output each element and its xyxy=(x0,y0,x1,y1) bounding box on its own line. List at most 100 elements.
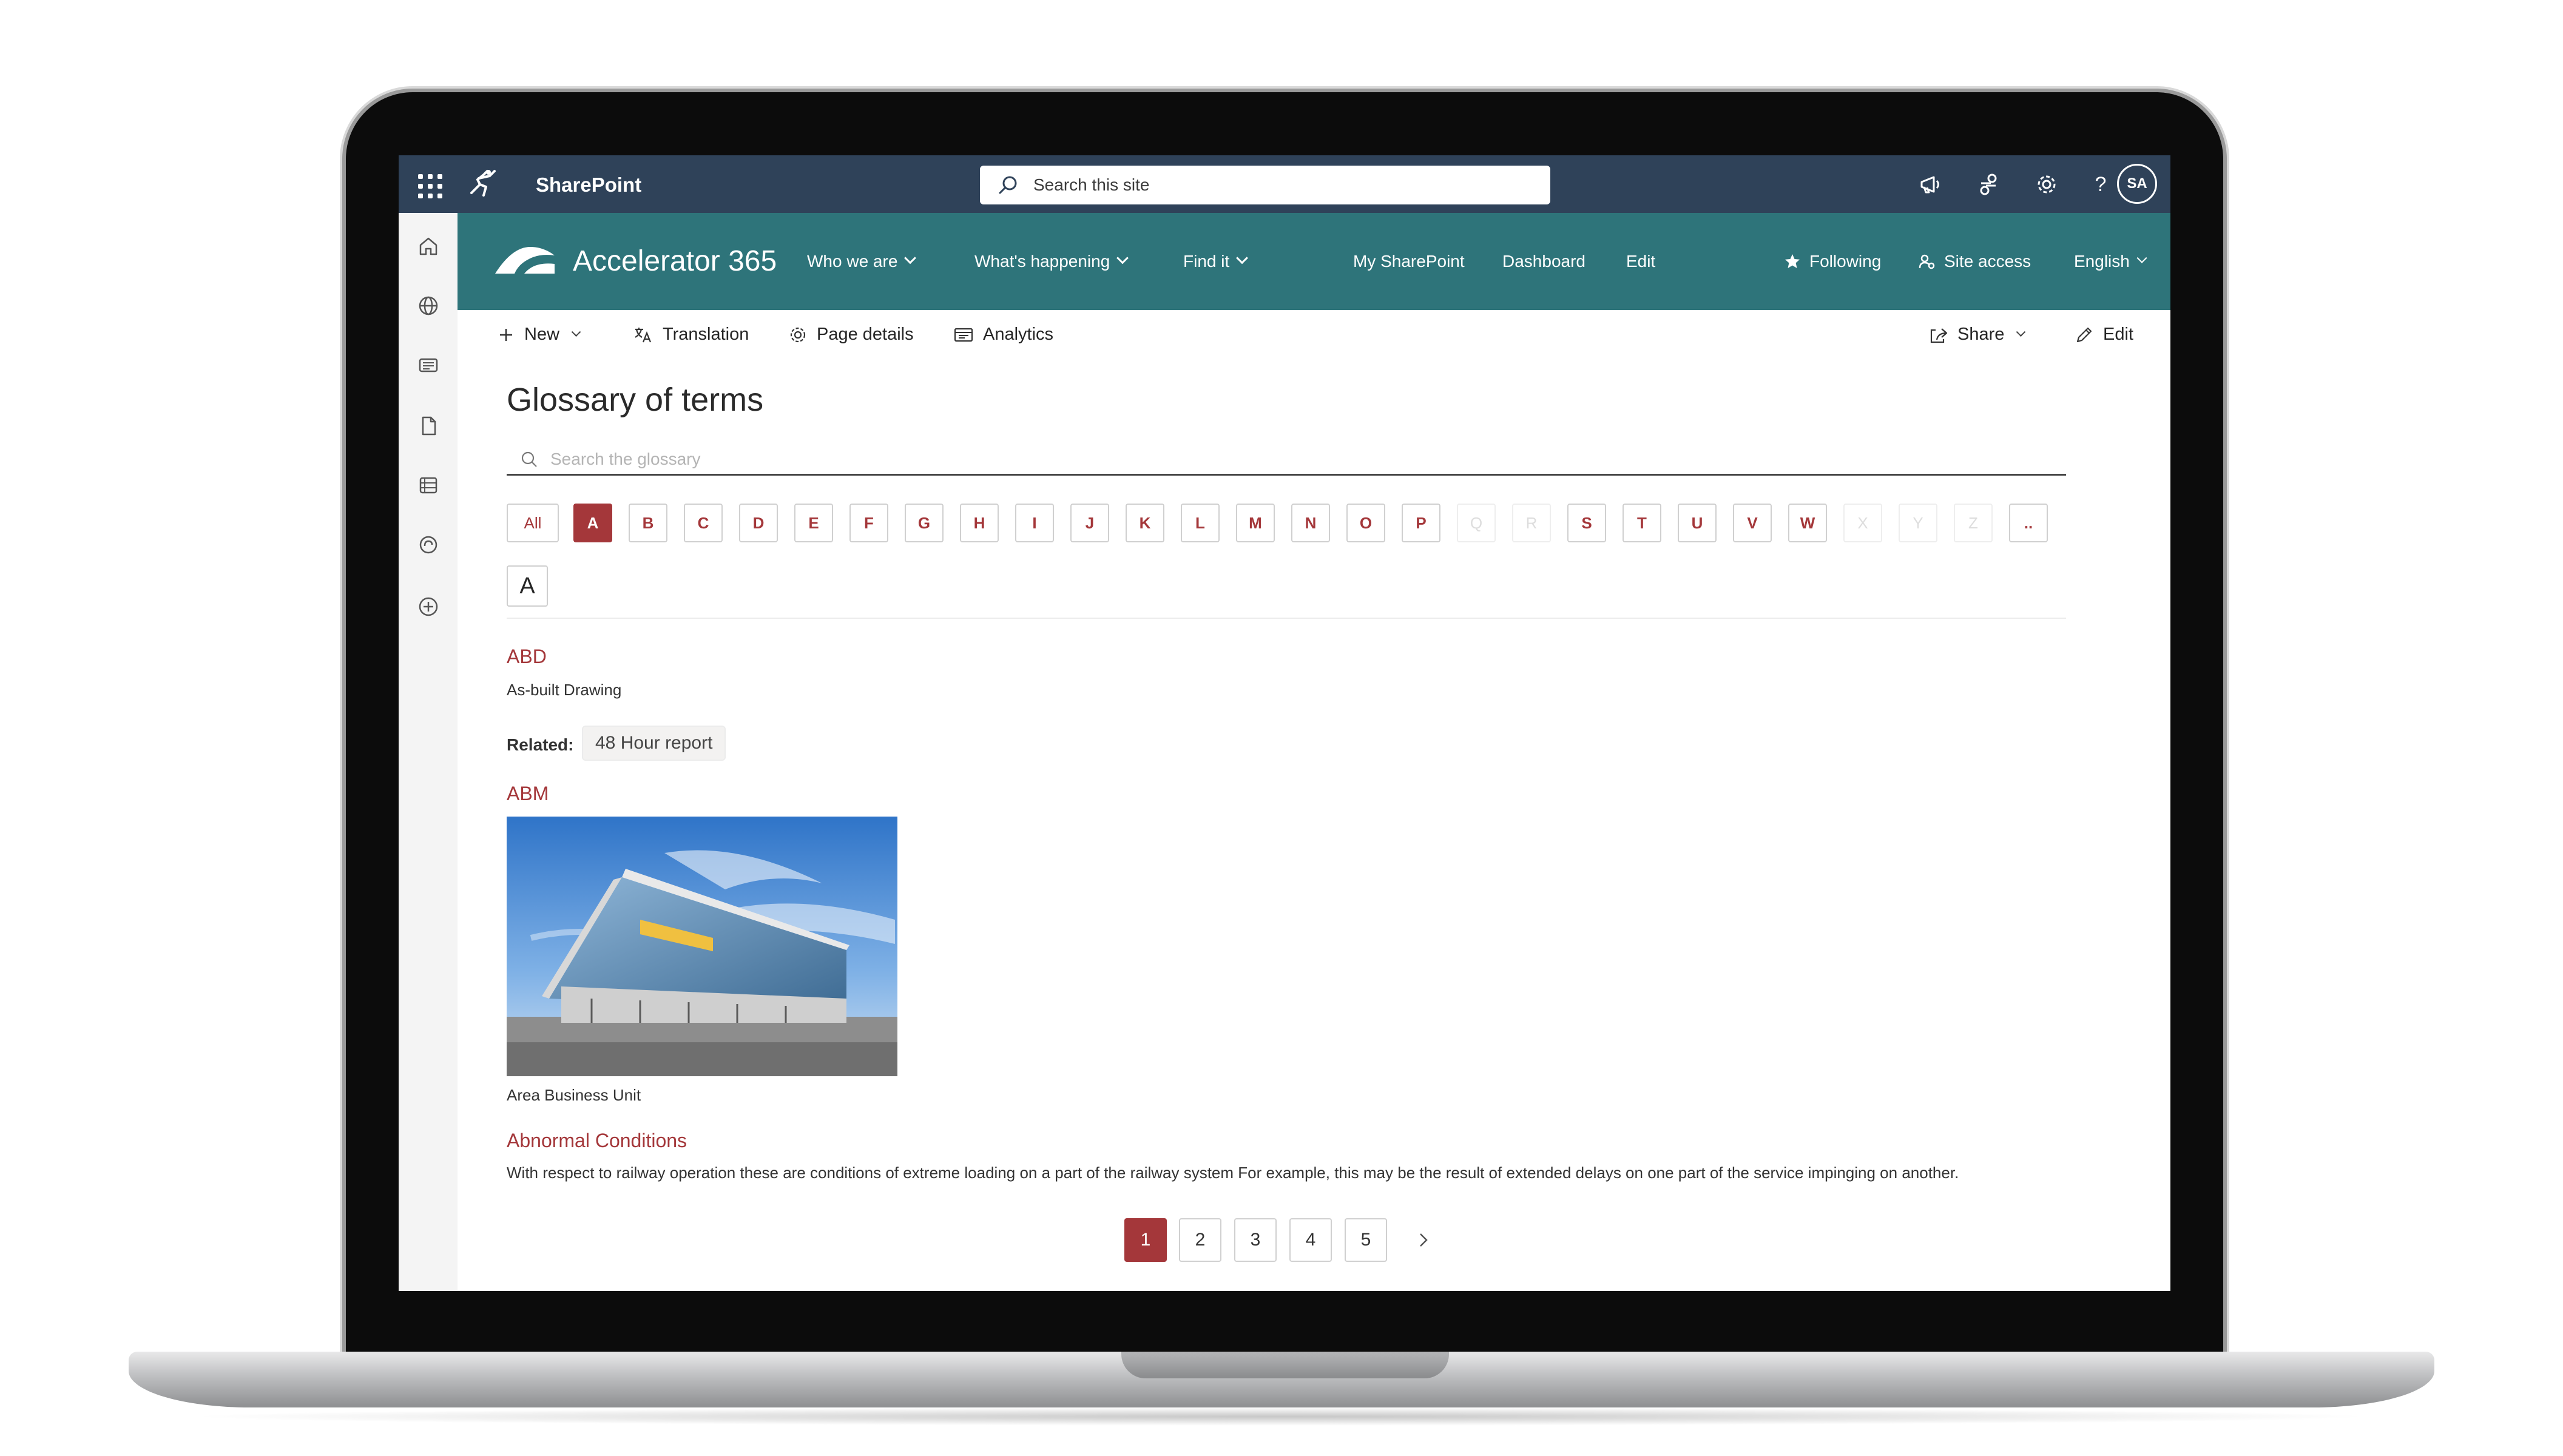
sites-icon[interactable] xyxy=(416,532,441,558)
letter-filter-button[interactable]: I xyxy=(1015,504,1054,542)
gear-icon xyxy=(790,327,806,342)
glossary-search-input[interactable] xyxy=(550,449,2007,469)
letter-filter-button: Z xyxy=(1954,504,1993,542)
settings-gear-icon[interactable] xyxy=(2032,170,2061,199)
page-details-label: Page details xyxy=(817,325,914,344)
app-launcher-icon[interactable] xyxy=(416,172,442,198)
nav-my-sharepoint[interactable]: My SharePoint xyxy=(1353,252,1465,271)
home-icon[interactable] xyxy=(416,234,441,259)
term-description: As-built Drawing xyxy=(507,681,622,699)
site-search[interactable] xyxy=(980,166,1550,204)
nav-dashboard[interactable]: Dashboard xyxy=(1502,252,1585,271)
letter-filter-button[interactable]: F xyxy=(849,504,888,542)
letter-filter-button[interactable]: U xyxy=(1678,504,1717,542)
accelerator-logo-icon[interactable] xyxy=(494,243,557,277)
letter-filter-button[interactable]: K xyxy=(1126,504,1164,542)
related-term-chip[interactable]: 48 Hour report xyxy=(582,726,726,761)
document-icon[interactable] xyxy=(416,413,441,439)
letter-filter-button[interactable]: N xyxy=(1291,504,1330,542)
letter-filter-button[interactable]: G xyxy=(905,504,944,542)
laptop-shadow xyxy=(182,1407,2379,1426)
chevron-right-icon[interactable] xyxy=(1414,1230,1433,1250)
page-button[interactable]: 2 xyxy=(1179,1218,1221,1262)
letter-filter-button[interactable]: J xyxy=(1070,504,1109,542)
page-button[interactable]: 4 xyxy=(1289,1218,1332,1262)
letter-filter-button[interactable]: P xyxy=(1402,504,1440,542)
page-button[interactable]: 1 xyxy=(1124,1218,1167,1262)
site-access-label: Site access xyxy=(1944,252,2031,271)
site-access-button[interactable]: Site access xyxy=(1919,252,2031,271)
nav-find-it[interactable]: Find it xyxy=(1183,252,1249,271)
letter-filter-button[interactable]: B xyxy=(629,504,667,542)
nav-edit[interactable]: Edit xyxy=(1626,252,1655,271)
letter-filter-all[interactable]: All xyxy=(507,504,559,542)
translation-button[interactable]: Translation xyxy=(633,325,749,345)
letter-filter-button[interactable]: A xyxy=(573,504,612,542)
share-label: Share xyxy=(1957,325,2005,344)
new-button[interactable]: New xyxy=(498,325,581,345)
runner-logo-icon[interactable] xyxy=(465,169,498,199)
search-icon xyxy=(521,451,537,467)
chevron-down-icon xyxy=(1116,252,1129,265)
translation-label: Translation xyxy=(663,325,749,344)
letter-filter-button[interactable]: C xyxy=(684,504,723,542)
share-icon xyxy=(1930,328,1948,343)
analytics-icon xyxy=(954,328,973,342)
share-button[interactable]: Share xyxy=(1930,325,2026,345)
letter-filter-button[interactable]: W xyxy=(1788,504,1827,542)
screen: SharePoint ? SA xyxy=(399,155,2170,1291)
letter-filter-button[interactable]: T xyxy=(1623,504,1661,542)
nav-who-we-are[interactable]: Who we are xyxy=(807,252,917,271)
letter-filter-button[interactable]: S xyxy=(1567,504,1606,542)
help-icon[interactable]: ? xyxy=(2092,170,2110,199)
letter-filter-button[interactable]: E xyxy=(794,504,833,542)
page-details-button[interactable]: Page details xyxy=(789,325,914,345)
chevron-down-icon xyxy=(2016,327,2026,337)
section-letter: A xyxy=(507,565,548,607)
chevron-down-icon xyxy=(1236,252,1249,265)
letter-filter-button[interactable]: M xyxy=(1236,504,1275,542)
language-selector[interactable]: English xyxy=(2074,252,2147,271)
letter-filter-button[interactable]: O xyxy=(1346,504,1385,542)
term-description: With respect to railway operation these … xyxy=(507,1164,1959,1182)
page-button[interactable]: 5 xyxy=(1345,1218,1387,1262)
nav-label: Dashboard xyxy=(1502,252,1585,271)
letter-filter-button[interactable]: .. xyxy=(2009,504,2048,542)
letter-filter-button: Q xyxy=(1457,504,1496,542)
news-icon[interactable] xyxy=(416,352,441,378)
chevron-down-icon xyxy=(904,252,917,265)
letter-filter-button: X xyxy=(1843,504,1882,542)
term-title[interactable]: Abnormal Conditions xyxy=(507,1130,687,1152)
user-avatar[interactable]: SA xyxy=(2117,164,2157,204)
letter-filter-button[interactable]: H xyxy=(960,504,999,542)
new-label: New xyxy=(524,325,560,344)
analytics-label: Analytics xyxy=(983,325,1054,344)
letter-filter-button[interactable]: V xyxy=(1733,504,1772,542)
site-title[interactable]: Accelerator 365 xyxy=(573,244,777,278)
site-search-input[interactable] xyxy=(1033,175,1507,195)
laptop-notch xyxy=(1121,1352,1449,1378)
letter-filter-button[interactable]: D xyxy=(739,504,778,542)
chevron-down-icon xyxy=(2136,252,2147,263)
add-icon[interactable] xyxy=(416,594,441,619)
page-title: Glossary of terms xyxy=(507,382,764,418)
lists-icon[interactable] xyxy=(416,473,441,498)
nav-label: Who we are xyxy=(807,252,898,271)
star-icon xyxy=(1785,254,1800,268)
megaphone-icon[interactable] xyxy=(1916,170,1945,199)
glossary-search[interactable] xyxy=(507,444,2066,476)
globe-icon[interactable] xyxy=(416,293,441,318)
edit-page-button[interactable]: Edit xyxy=(2075,325,2133,345)
term-title[interactable]: ABD xyxy=(507,645,547,668)
nav-label: Edit xyxy=(1626,252,1656,271)
connections-icon[interactable] xyxy=(1974,170,2003,199)
nav-whats-happening[interactable]: What's happening xyxy=(974,252,1129,271)
hub-navigation: Accelerator 365 Who we are What's happen… xyxy=(458,213,2170,310)
analytics-button[interactable]: Analytics xyxy=(954,325,1053,345)
term-title[interactable]: ABM xyxy=(507,783,549,805)
app-name[interactable]: SharePoint xyxy=(536,174,641,197)
page-button[interactable]: 3 xyxy=(1234,1218,1277,1262)
following-button[interactable]: Following xyxy=(1784,252,1881,271)
nav-label: My SharePoint xyxy=(1353,252,1465,271)
letter-filter-button[interactable]: L xyxy=(1181,504,1220,542)
